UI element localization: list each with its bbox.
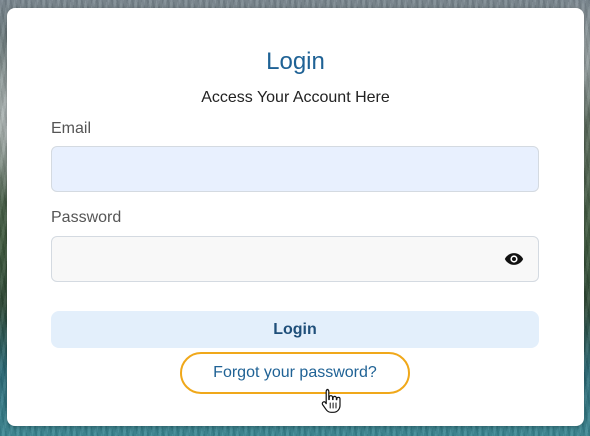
forgot-password-link[interactable]: Forgot your password? <box>180 352 410 394</box>
login-button[interactable]: Login <box>51 311 539 348</box>
email-field[interactable] <box>51 146 539 192</box>
email-label: Email <box>51 120 92 137</box>
eye-icon[interactable] <box>503 249 525 269</box>
page-title: Login <box>266 48 325 75</box>
password-label: Password <box>51 209 122 226</box>
login-card: Login Access Your Account Here Email Pas… <box>7 8 584 426</box>
hand-pointer-cursor-icon <box>321 388 341 413</box>
password-field[interactable] <box>51 236 539 282</box>
forgot-password-label: Forgot your password? <box>213 364 377 381</box>
page-subtitle: Access Your Account Here <box>201 89 390 106</box>
